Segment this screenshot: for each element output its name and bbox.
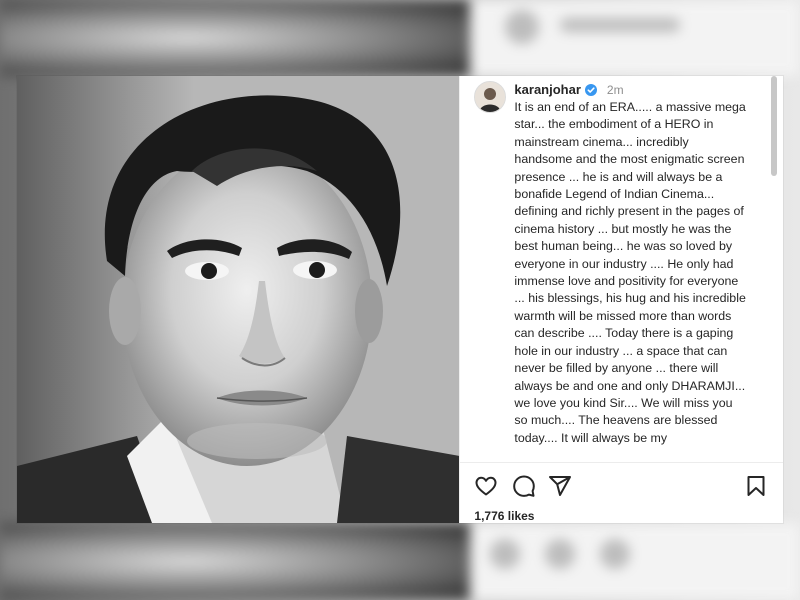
- blurred-background-bottom: [0, 523, 800, 600]
- share-icon[interactable]: [548, 474, 572, 498]
- blurred-background-top: [0, 0, 800, 76]
- avatar[interactable]: [474, 81, 507, 113]
- post-timestamp[interactable]: 2m: [607, 83, 624, 97]
- comment-icon[interactable]: [512, 474, 536, 498]
- caption-scrollbar[interactable]: [771, 76, 778, 176]
- avatar-image: [475, 82, 506, 112]
- username-link[interactable]: karanjohar: [514, 82, 580, 97]
- likes-count[interactable]: 1,776 likes: [474, 509, 534, 523]
- bookmark-icon[interactable]: [744, 474, 768, 498]
- post-header: karanjohar 2m: [514, 82, 623, 97]
- portrait-illustration: [17, 76, 460, 523]
- post-actions-bar: [460, 474, 783, 498]
- instagram-post: karanjohar 2m It is an end of an ERA....…: [17, 76, 784, 523]
- post-caption: It is an end of an ERA..... a massive me…: [514, 100, 746, 445]
- screenshot-stage: karanjohar 2m It is an end of an ERA....…: [0, 0, 800, 600]
- caption-scroll-area[interactable]: karanjohar 2m It is an end of an ERA....…: [460, 76, 784, 463]
- heart-icon[interactable]: [474, 474, 498, 498]
- post-photo[interactable]: [17, 76, 460, 523]
- verified-badge-icon: [584, 83, 597, 96]
- post-details-panel: karanjohar 2m It is an end of an ERA....…: [459, 76, 784, 523]
